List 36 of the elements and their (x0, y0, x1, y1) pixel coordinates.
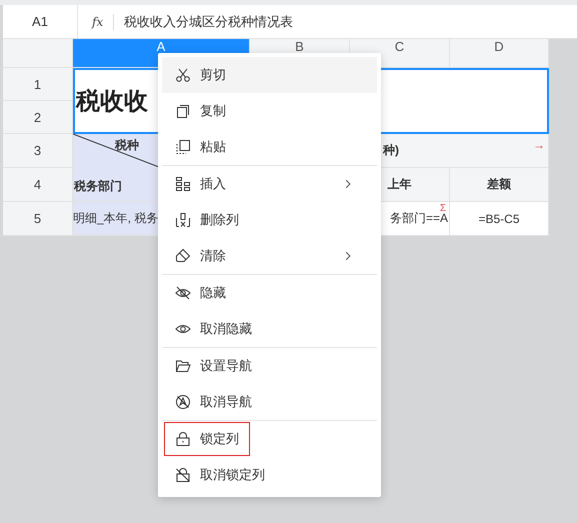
row-header[interactable]: 1 (3, 68, 73, 101)
delete-column-icon (175, 212, 191, 228)
menu-item[interactable]: 复制 (162, 93, 377, 129)
hidden-eye-icon (175, 285, 191, 301)
menu-item[interactable]: 隐藏 (162, 275, 377, 311)
menu-item[interactable]: 锁定列 (162, 421, 377, 457)
menu-item[interactable]: 取消隐藏 (162, 311, 377, 347)
row-header[interactable]: 5 (3, 202, 73, 236)
copy-icon (175, 103, 191, 119)
column-header[interactable]: D (450, 39, 549, 68)
table-cell-text: 务部门==A (390, 211, 448, 227)
unlock-icon (175, 467, 191, 483)
table-cell: =B5-C5 (450, 202, 549, 236)
scissors-icon (175, 67, 191, 83)
menu-item[interactable]: 剪切 (162, 57, 377, 93)
arrow-marker: → (533, 139, 545, 151)
row-header[interactable]: 4 (3, 168, 73, 202)
table-cell: 差额 (450, 168, 549, 202)
lock-icon (175, 431, 191, 447)
cancel-navigation-icon (175, 394, 191, 410)
folder-icon (175, 358, 191, 374)
sum-marker: Σ (440, 204, 446, 214)
insert-icon (175, 176, 191, 192)
select-all-corner[interactable] (3, 39, 73, 68)
formula-content[interactable]: 税收收入分城区分税种情况表 (124, 12, 294, 30)
function-label: fx (92, 14, 104, 28)
menu-item[interactable]: 取消导航 (162, 384, 377, 420)
header-text: 种) (383, 142, 399, 159)
menu-item[interactable]: 取消锁定列 (162, 457, 377, 493)
eraser-icon (175, 248, 191, 264)
menu-item[interactable]: 清除 (162, 238, 377, 274)
row-header[interactable]: 3 (3, 134, 73, 168)
cell-reference[interactable]: A1 (3, 5, 78, 38)
row-header[interactable]: 2 (3, 101, 73, 134)
menu-item[interactable]: 设置导航 (162, 348, 377, 384)
paste-icon (175, 139, 191, 155)
